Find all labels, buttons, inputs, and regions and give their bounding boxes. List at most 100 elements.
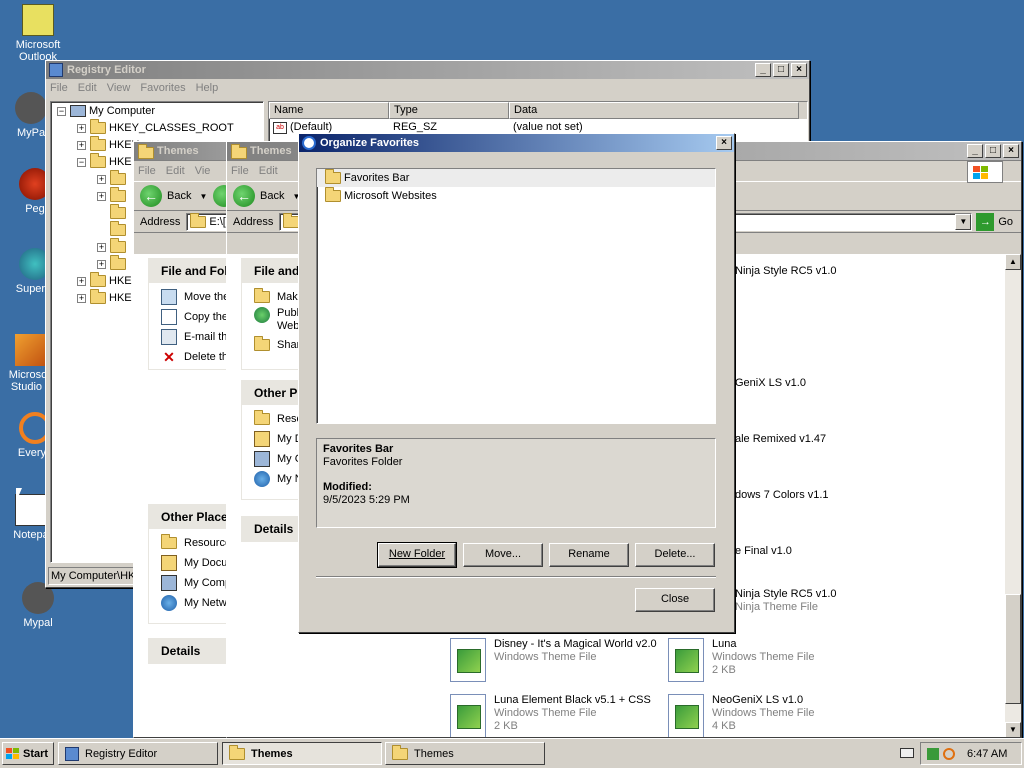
back-arrow-icon[interactable]: ← [233, 185, 255, 207]
other-places-title[interactable]: Other Pl [242, 381, 301, 405]
tree-item-hkey-3[interactable]: − HKE [77, 153, 132, 170]
menu-view[interactable]: View [107, 82, 131, 94]
expand-icon[interactable]: + [77, 123, 86, 133]
tree-subitem[interactable] [110, 204, 129, 221]
tree-item-hkey-6[interactable]: + HKE [77, 289, 132, 306]
desktop-icon-mypal[interactable]: Mypal [0, 582, 76, 629]
file-name-fragment[interactable]: e Final v1.0 [735, 545, 792, 557]
menu-edit[interactable]: Edit [78, 82, 97, 94]
place-my-network[interactable]: My N [242, 469, 303, 489]
expand-icon[interactable]: + [97, 191, 106, 201]
expand-icon[interactable]: + [77, 140, 86, 150]
file-type: Windows Theme File [712, 651, 815, 663]
tree-subitem[interactable]: + [97, 255, 129, 272]
expand-icon[interactable]: + [97, 242, 106, 252]
file-name-fragment[interactable]: dows 7 Colors v1.1 [735, 489, 829, 501]
file-item-neogenix[interactable]: NeoGeniX LS v1.0 Windows Theme File 4 KB [668, 694, 858, 737]
address-dropdown-button[interactable]: ▼ [955, 213, 972, 230]
close-button[interactable]: × [791, 63, 807, 77]
back-button[interactable]: Back [260, 190, 284, 202]
expand-icon[interactable]: + [97, 174, 106, 184]
favorites-item-microsoft-websites[interactable]: Microsoft Websites [317, 187, 715, 205]
column-data[interactable]: Data [509, 102, 799, 119]
taskbar-button-registry-editor[interactable]: Registry Editor [58, 742, 218, 765]
delete-icon: ✕ [163, 349, 175, 365]
regedit-icon [49, 63, 63, 77]
minimize-button[interactable]: _ [967, 144, 983, 158]
expand-icon[interactable]: + [77, 276, 86, 286]
column-type[interactable]: Type [389, 102, 509, 119]
menu-edit[interactable]: Edit [259, 165, 278, 177]
file-item-luna-element[interactable]: Luna Element Black v5.1 + CSS Windows Th… [450, 694, 660, 737]
menu-help[interactable]: Help [196, 82, 219, 94]
search-tray-icon[interactable] [943, 747, 955, 760]
details-title[interactable]: Details [242, 517, 300, 541]
scroll-thumb[interactable] [1005, 594, 1021, 704]
file-name-fragment[interactable]: ale Remixed v1.47 [735, 433, 826, 445]
maximize-button[interactable]: □ [773, 63, 789, 77]
file-name-fragment[interactable]: Ninja Style RC5 v1.0 [735, 265, 837, 277]
desktop-icon-outlook[interactable]: Microsoft Outlook [0, 4, 76, 63]
menu-file[interactable]: File [50, 82, 68, 94]
taskbar-button-themes-active[interactable]: Themes [222, 742, 382, 765]
new-folder-button[interactable]: New Folder [377, 542, 457, 568]
keyboard-icon[interactable] [900, 748, 914, 758]
organize-favorites-dialog[interactable]: Organize Favorites × Favorites Bar Micro… [298, 133, 735, 633]
task-share[interactable]: Shar [242, 335, 300, 355]
expand-icon[interactable]: + [97, 259, 106, 269]
collapse-icon[interactable]: − [77, 157, 86, 167]
tree-subitem[interactable]: + [97, 170, 129, 187]
place-resources[interactable]: Reso [242, 409, 303, 429]
menu-favorites[interactable]: Favorites [140, 82, 185, 94]
go-button[interactable]: → Go [976, 212, 1013, 231]
rename-button[interactable]: Rename [549, 543, 629, 567]
documents-icon [254, 431, 270, 447]
file-tasks-title[interactable]: File and [242, 259, 300, 283]
computer-icon [254, 451, 270, 467]
start-button[interactable]: Start [2, 742, 54, 765]
tree-item-my-computer[interactable]: − My Computer [57, 103, 155, 119]
tree-subitem[interactable]: + [97, 187, 129, 204]
place-my-documents[interactable]: My D [242, 429, 303, 449]
file-item-luna[interactable]: Luna Windows Theme File 2 KB [668, 638, 858, 682]
task-publish[interactable]: Publi Web [242, 307, 301, 335]
back-button[interactable]: Back [167, 190, 191, 202]
task-make-folder[interactable]: Make [242, 287, 304, 307]
file-item-disney[interactable]: Disney - It's a Magical World v2.0 Windo… [450, 638, 660, 682]
favorites-list[interactable]: Favorites Bar Microsoft Websites [316, 168, 716, 424]
taskbar-button-themes[interactable]: Themes [385, 742, 545, 765]
close-button[interactable]: × [1003, 144, 1019, 158]
menu-view[interactable]: Vie [195, 165, 211, 177]
scroll-down-button[interactable]: ▼ [1005, 722, 1021, 737]
vertical-scrollbar[interactable]: ▲ ▼ [1005, 254, 1021, 737]
menu-file[interactable]: File [231, 165, 249, 177]
move-button[interactable]: Move... [463, 543, 543, 567]
dropdown-arrow-icon[interactable]: ▼ [199, 192, 207, 201]
collapse-icon[interactable]: − [57, 106, 66, 116]
dialog-titlebar[interactable]: Organize Favorites × [299, 134, 734, 152]
registry-editor-titlebar[interactable]: Registry Editor _ □ × [46, 61, 809, 79]
file-name-fragment[interactable]: Ninja Style RC5 v1.0 [735, 588, 837, 600]
close-button[interactable]: Close [635, 588, 715, 612]
menu-edit[interactable]: Edit [166, 165, 185, 177]
menu-file[interactable]: File [138, 165, 156, 177]
column-name[interactable]: Name [269, 102, 389, 119]
tree-subitem[interactable]: + [97, 238, 129, 255]
file-name-fragment[interactable]: GeniX LS v1.0 [735, 377, 806, 389]
tree-item-hkcr[interactable]: + HKEY_CLASSES_ROOT [77, 119, 234, 136]
dialog-close-button[interactable]: × [716, 136, 732, 150]
scroll-up-button[interactable]: ▲ [1005, 254, 1021, 270]
file-name: Disney - It's a Magical World v2.0 [494, 638, 657, 650]
expand-icon[interactable]: + [77, 293, 86, 303]
minimize-button[interactable]: _ [755, 63, 771, 77]
tree-label: HKE [109, 156, 132, 168]
favorites-item-favorites-bar[interactable]: Favorites Bar [317, 169, 715, 187]
back-arrow-icon[interactable]: ← [140, 185, 162, 207]
tree-subitem[interactable] [110, 221, 129, 238]
network-tray-icon[interactable] [927, 747, 939, 760]
delete-button[interactable]: Delete... [635, 543, 715, 567]
clock[interactable]: 6:47 AM [967, 748, 1007, 760]
tree-item-hkey-5[interactable]: + HKE [77, 272, 132, 289]
maximize-button[interactable]: □ [985, 144, 1001, 158]
place-my-computer[interactable]: My C [242, 449, 303, 469]
